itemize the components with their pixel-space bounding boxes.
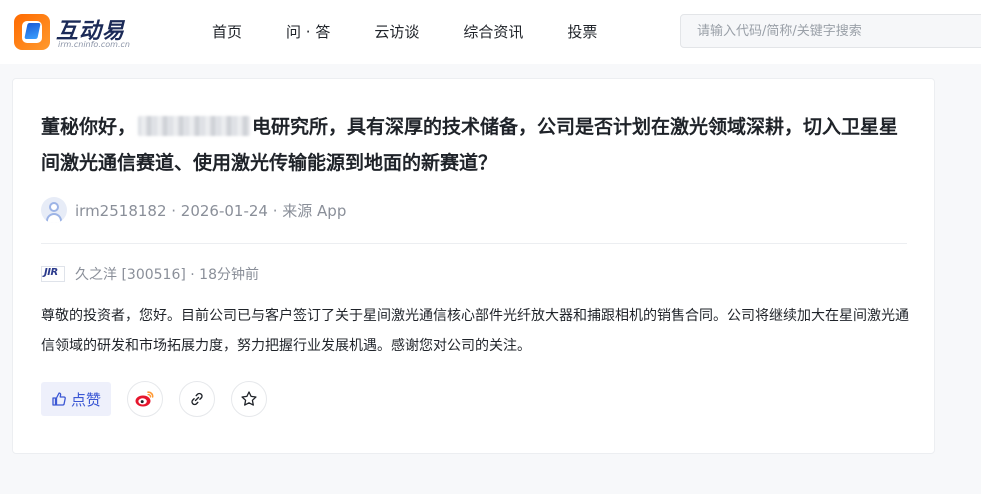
qa-card: 董秘你好， 电研究所，具有深厚的技术储备，公司是否计划在激光领域深耕，切入卫星星间… — [12, 78, 935, 454]
top-navigation-bar: 互动易 irm.cninfo.com.cn 首页 问 · 答 云访谈 综合资讯 … — [0, 0, 981, 64]
nav-item-qa[interactable]: 问 · 答 — [264, 0, 352, 64]
favorite-button[interactable] — [231, 381, 268, 417]
divider — [41, 243, 907, 244]
like-label: 点赞 — [71, 390, 102, 409]
action-bar: 点赞 — [41, 381, 268, 417]
search-input[interactable] — [681, 15, 981, 47]
weibo-icon — [135, 391, 154, 407]
asker-info: irm2518182 · 2026-01-24 · 来源 App — [41, 197, 346, 223]
nav-item-home[interactable]: 首页 — [190, 0, 264, 64]
redacted-text-blur — [138, 116, 251, 136]
company-logo-icon[interactable]: JIR — [41, 266, 65, 282]
logo-mark-icon — [14, 14, 50, 50]
question-text-part-1: 董秘你好， — [41, 116, 137, 138]
company-info: JIR 久之洋 [300516] · 18分钟前 — [41, 263, 259, 285]
question-text: 董秘你好， 电研究所，具有深厚的技术储备，公司是否计划在激光领域深耕，切入卫星星间… — [41, 109, 911, 181]
asker-meta: irm2518182 · 2026-01-24 · 来源 App — [75, 201, 347, 220]
copy-link-button[interactable] — [179, 381, 216, 417]
nav-item-news[interactable]: 综合资讯 — [441, 0, 545, 64]
share-weibo-button[interactable] — [127, 381, 164, 417]
answer-text: 尊敬的投资者，您好。目前公司已与客户签订了关于星间激光通信核心部件光纤放大器和捕… — [41, 308, 909, 354]
logo-subtitle: irm.cninfo.com.cn — [58, 40, 130, 49]
company-logo-text: JIR — [44, 267, 58, 278]
like-button[interactable]: 点赞 — [41, 382, 112, 416]
nav-item-cloud-interview[interactable]: 云访谈 — [352, 0, 441, 64]
company-meta[interactable]: 久之洋 [300516] · 18分钟前 — [75, 264, 259, 284]
nav-item-vote[interactable]: 投票 — [545, 0, 619, 64]
search-box — [680, 14, 981, 48]
star-icon — [241, 391, 257, 406]
link-icon — [191, 392, 203, 406]
site-logo[interactable]: 互动易 irm.cninfo.com.cn — [14, 12, 144, 52]
main-nav: 首页 问 · 答 云访谈 综合资讯 投票 — [190, 0, 619, 64]
thumbs-up-icon — [52, 392, 66, 406]
user-avatar-icon[interactable] — [41, 197, 67, 223]
